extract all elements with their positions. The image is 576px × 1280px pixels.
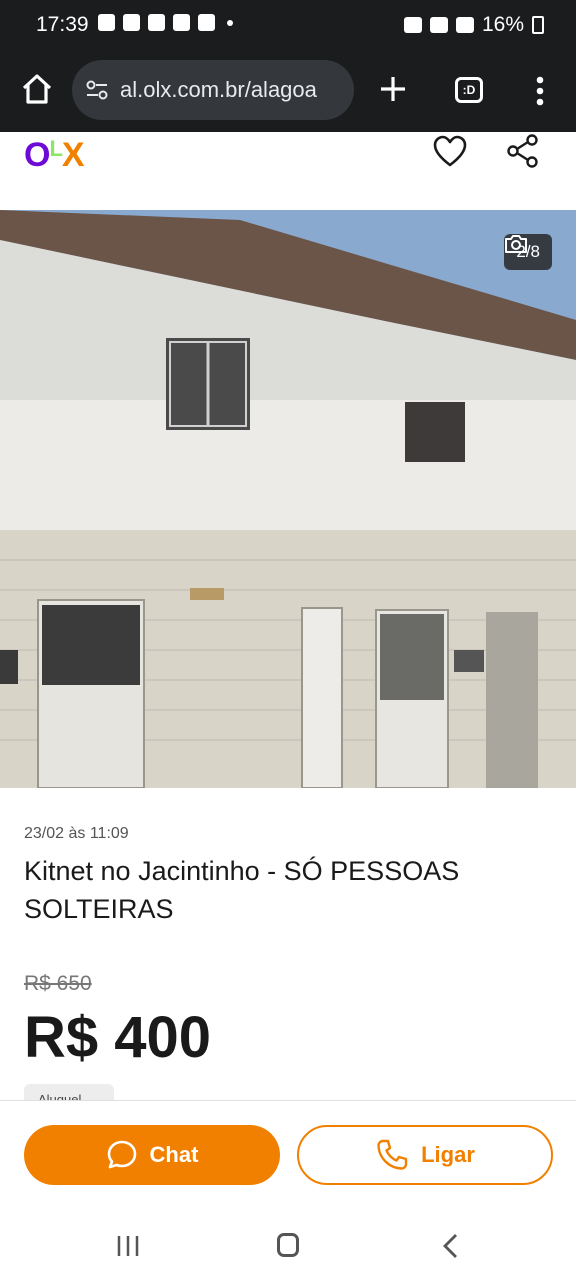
olx-logo[interactable]: OLX (24, 136, 85, 175)
logo-letter-o: O (24, 136, 50, 174)
messenger-icon (123, 14, 140, 31)
logo-letter-x: X (61, 136, 85, 174)
chrome-icon (173, 14, 190, 31)
system-icons: 16% (403, 13, 544, 37)
new-tab-icon[interactable] (378, 74, 408, 104)
photo-counter: 2/8 (504, 234, 552, 270)
share-icon[interactable] (506, 134, 540, 168)
address-bar[interactable]: al.olx.com.br/alagoa (72, 60, 354, 120)
chat-button[interactable]: Chat (24, 1125, 280, 1185)
logo-letter-l: L (49, 136, 62, 161)
favorite-heart-icon[interactable] (432, 134, 468, 168)
status-time: 17:39 (36, 13, 89, 36)
url-text: al.olx.com.br/alagoa (120, 77, 317, 102)
call-button[interactable]: Ligar (297, 1125, 553, 1185)
house-photo (0, 210, 576, 788)
alarm-icon (403, 17, 422, 33)
back-icon[interactable] (440, 1232, 460, 1260)
listing-photo[interactable]: 2/8 (0, 210, 576, 788)
chrome-icon (198, 14, 215, 31)
listing-title: Kitnet no Jacintinho - SÓ PESSOAS SOLTEI… (24, 856, 460, 924)
system-nav-bar (0, 1210, 576, 1280)
listing-date: 23/02 às 11:09 (24, 825, 129, 842)
battery-icon (532, 16, 544, 34)
mute-icon (429, 17, 448, 33)
instagram-icon (148, 14, 165, 31)
action-bar: Chat Ligar (0, 1100, 576, 1211)
wifi-icon (455, 17, 474, 33)
status-bar: 17:39 16% (0, 0, 576, 50)
page-header: OLX (0, 132, 576, 210)
recent-apps-icon[interactable] (116, 1234, 140, 1258)
chat-bubble-icon (107, 1140, 136, 1169)
browser-toolbar: al.olx.com.br/alagoa :D (0, 50, 576, 132)
tab-count: :D (462, 83, 476, 97)
old-price: R$ 650 (24, 972, 92, 995)
camera-icon (505, 235, 528, 253)
tab-switcher-button[interactable]: :D (455, 77, 483, 103)
chat-button-label: Chat (149, 1142, 199, 1167)
more-options-icon[interactable] (536, 76, 544, 106)
current-price: R$ 400 (24, 1005, 212, 1070)
facebook-icon (98, 14, 115, 31)
home-icon[interactable] (20, 72, 54, 106)
site-settings-icon[interactable] (84, 77, 110, 103)
battery-level: 16% (481, 13, 524, 36)
call-button-label: Ligar (421, 1142, 475, 1167)
more-notifications-icon (227, 20, 233, 26)
home-button-icon[interactable] (277, 1233, 299, 1257)
phone-icon (377, 1139, 408, 1170)
notification-icons (98, 14, 233, 31)
